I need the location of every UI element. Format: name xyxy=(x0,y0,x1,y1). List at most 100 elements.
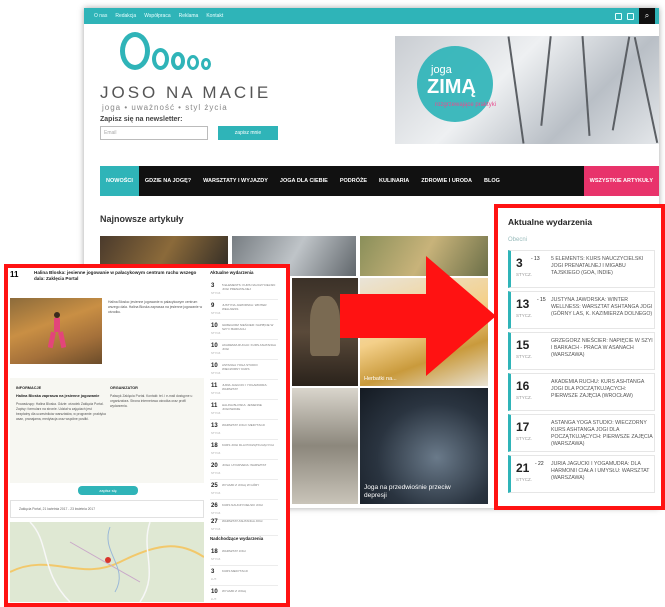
sidebar-event-title[interactable]: ASTANGA YOGA STUDIO: WIECZORNY KURS xyxy=(222,363,276,371)
event-day: 16 xyxy=(516,379,530,393)
sidebar-event-title[interactable]: GRZEGORZ NIEŚCIER: NAPIĘCIE W SZYI I BAR… xyxy=(222,323,276,331)
sidebar-event-title[interactable]: 5 ELEMENTS: KURS NAUCZYCIELSKI JOGI PREN… xyxy=(222,283,276,291)
sidebar-event-day: 3 xyxy=(211,569,215,575)
sidebar-event-title[interactable]: JOGA I AYURVEDA: WARSZTAT xyxy=(222,463,276,467)
sidebar-event-month: STYCZ. xyxy=(211,411,221,415)
event-month: STYCZ. xyxy=(516,272,533,277)
sidebar-event[interactable]: 27 STYCZ. WARSZTAT ASHTANGA JOGI xyxy=(210,516,278,536)
topbar-link[interactable]: O nas xyxy=(94,13,107,19)
sidebar-event-title[interactable]: AKADEMIA RUCHU: KURS ASHTANGA JOGI xyxy=(222,343,276,351)
event-month: STYCZ. xyxy=(516,395,533,400)
site-logo[interactable] xyxy=(120,32,211,70)
event-title[interactable]: 5 ELEMENTS: KURS NAUCZYCIELSKI JOGI PREN… xyxy=(551,256,653,277)
sidebar-event-title[interactable]: HALINA BLOSKA: JESIENNE JOGOWANIE xyxy=(222,403,276,411)
topbar-link[interactable]: Reklama xyxy=(179,13,199,19)
sidebar-event[interactable]: 9 STYCZ. JUSTYNA JAWORSKA: WINTER WELLNESS xyxy=(210,300,278,320)
map-graphic xyxy=(10,522,204,602)
event-day-end: - 13 xyxy=(531,256,540,262)
nav-item-yoga-for-you[interactable]: JOGA DLA CIEBIE xyxy=(274,166,334,196)
event-day: 21 xyxy=(516,461,530,475)
event-item[interactable]: 21 - 22 STYCZ. JURIA JAGUCKI I YOGAMUDRA… xyxy=(508,455,655,493)
event-item[interactable]: 3 - 13 STYCZ. 5 ELEMENTS: KURS NAUCZYCIE… xyxy=(508,250,655,288)
sidebar-event-title[interactable]: KURS JOGI DLA POCZĄTKUJĄCYCH xyxy=(222,443,276,447)
event-photo xyxy=(10,298,102,364)
event-title[interactable]: JUSTYNA JAWORSKA: WINTER WELLNESS: WARSZ… xyxy=(551,297,653,318)
instagram-icon[interactable] xyxy=(627,12,634,20)
event-item[interactable]: 15 STYCZ. GRZEGORZ NIEŚCIER: NAPIĘCIE W … xyxy=(508,332,655,370)
sidebar-event[interactable]: 13 STYCZ. WARSZTAT JOGI I MEDYTACJI xyxy=(210,420,278,440)
event-item[interactable]: 17 STYCZ. ASTANGA YOGA STUDIO: WIECZORNY… xyxy=(508,414,655,452)
organizer-text: Pałacyk Zaklęcia Portal. Kontakt: tel. i… xyxy=(110,394,193,408)
event-day: 15 xyxy=(516,338,530,352)
event-day: 17 xyxy=(516,420,530,434)
sidebar-event[interactable]: 3 LUT. KURS MEDYTACJI xyxy=(210,566,278,586)
sidebar-event[interactable]: 11 STYCZ. JURIA JAGUCKI I YOGAMUDRA: WARSZ… xyxy=(210,380,278,400)
nav-item-all-articles[interactable]: WSZYSTKIE ARTYKUŁY xyxy=(583,166,659,196)
topbar-link[interactable]: Kontakt xyxy=(206,13,223,19)
sidebar-event-month: STYCZ. xyxy=(211,451,221,455)
sidebar-event-title[interactable]: WARSZTAT JOGI I MEDYTACJI xyxy=(222,423,276,427)
sidebar-event-title[interactable]: KURS NAUCZYCIELSKI JOGI xyxy=(222,503,276,507)
event-location-map[interactable] xyxy=(10,522,204,602)
nav-item-culinary[interactable]: KULINARIA xyxy=(373,166,415,196)
sidebar-event[interactable]: 18 STYCZ. WARSZTAT JOGI xyxy=(210,546,278,566)
screenshot-collage: O nas Redakcja Współpraca Reklama Kontak… xyxy=(0,0,665,607)
sidebar-event-title[interactable]: WYJAZD Z JOGĄ W GÓRY xyxy=(222,483,276,487)
event-detail-page: 11 Halina Bloska: jesienne jogowanie w p… xyxy=(4,264,290,607)
sidebar-event-title[interactable]: WYJAZD Z JOGĄ xyxy=(222,589,276,593)
events-panel-subtitle: Obecni xyxy=(508,237,528,243)
sidebar-event[interactable]: 20 STYCZ. JOGA I AYURVEDA: WARSZTAT xyxy=(210,460,278,480)
article-thumbnail[interactable] xyxy=(292,388,358,504)
sidebar-event[interactable]: 25 STYCZ. WYJAZD Z JOGĄ W GÓRY xyxy=(210,480,278,500)
nav-item-blog[interactable]: BLOG xyxy=(478,166,506,196)
newsletter-email-input[interactable]: Email xyxy=(100,126,208,140)
info-title: Halina Bloska zaprasza na jesienne jogow… xyxy=(16,394,100,398)
sidebar-events-title: Aktualne wydarzenia xyxy=(210,270,254,275)
sidebar-event[interactable]: 3 STYCZ. 5 ELEMENTS: KURS NAUCZYCIELSKI JO… xyxy=(210,280,278,300)
sidebar-event-title[interactable]: KURS MEDYTACJI xyxy=(222,569,276,573)
signup-button[interactable]: zapisz się xyxy=(78,486,138,495)
banner-subtitle: rozgrzewające praktyki xyxy=(435,102,497,108)
sidebar-event-day: 25 xyxy=(211,483,218,489)
thumbnail-caption: Herbatki na... xyxy=(364,376,397,382)
nav-item-workshops[interactable]: WARSZTATY I WYJAZDY xyxy=(197,166,274,196)
sidebar-event-day: 13 xyxy=(211,423,218,429)
event-title[interactable]: ASTANGA YOGA STUDIO: WIECZORNY KURS ASHT… xyxy=(551,420,653,448)
event-title[interactable]: AKADEMIA RUCHU: KURS ASHTANGA JOGI DLA P… xyxy=(551,379,653,400)
topbar-link[interactable]: Współpraca xyxy=(144,13,170,19)
event-item[interactable]: 16 STYCZ. AKADEMIA RUCHU: KURS ASHTANGA … xyxy=(508,373,655,411)
sidebar-event-title[interactable]: JUSTYNA JAWORSKA: WINTER WELLNESS xyxy=(222,303,276,311)
sidebar-event-month: STYCZ. xyxy=(211,331,221,335)
facebook-icon[interactable] xyxy=(615,12,622,20)
brand-name: JOSO NA MACIE xyxy=(100,83,272,102)
sidebar-event-day: 11 xyxy=(211,403,218,409)
red-arrow-icon xyxy=(340,256,496,376)
sidebar-event[interactable]: 10 STYCZ. GRZEGORZ NIEŚCIER: NAPIĘCIE W SZ… xyxy=(210,320,278,340)
event-title[interactable]: GRZEGORZ NIEŚCIER: NAPIĘCIE W SZYI I BAR… xyxy=(551,338,653,359)
article-thumbnail[interactable]: Joga na przedwiośnie przeciw depresji xyxy=(360,388,488,504)
sidebar-event[interactable]: 18 STYCZ. KURS JOGI DLA POCZĄTKUJĄCYCH xyxy=(210,440,278,460)
event-item[interactable]: 13 - 15 STYCZ. JUSTYNA JAWORSKA: WINTER … xyxy=(508,291,655,329)
newsletter-subscribe-button[interactable]: zapisz mnie xyxy=(218,126,278,140)
sidebar-event[interactable]: 10 LUT. WYJAZD Z JOGĄ xyxy=(210,586,278,603)
sidebar-event-title[interactable]: WARSZTAT JOGI xyxy=(222,549,276,553)
nav-item-news[interactable]: NOWOŚCI xyxy=(100,166,139,196)
search-icon[interactable]: ⌕ xyxy=(639,8,655,24)
sidebar-event-month: LUT. xyxy=(211,597,217,601)
winter-yoga-banner[interactable]: joga ZIMĄ rozgrzewające praktyki xyxy=(395,36,659,144)
event-title[interactable]: JURIA JAGUCKI I YOGAMUDRA: DLA HARMONII … xyxy=(551,461,653,482)
nav-item-where[interactable]: GDZIE NA JOGĘ? xyxy=(139,166,197,196)
latest-articles-heading: Najnowsze artykuły xyxy=(100,214,184,224)
sidebar-event[interactable]: 11 STYCZ. HALINA BLOSKA: JESIENNE JOGOWANI… xyxy=(210,400,278,420)
event-address: Zaklęcia Portal, 21 kwietnia 2017 - 23 k… xyxy=(10,500,204,518)
sidebar-event-month: STYCZ. xyxy=(211,371,221,375)
sidebar-event-title[interactable]: WARSZTAT ASHTANGA JOGI xyxy=(222,519,276,523)
nav-item-travel[interactable]: PODRÓŻE xyxy=(334,166,373,196)
sidebar-event-title[interactable]: JURIA JAGUCKI I YOGAMUDRA: WARSZTAT xyxy=(222,383,276,391)
topbar-link[interactable]: Redakcja xyxy=(115,13,136,19)
sidebar-event-day: 18 xyxy=(211,549,218,555)
nav-item-health[interactable]: ZDROWIE I URODA xyxy=(415,166,478,196)
event-day: 13 xyxy=(516,297,530,311)
sidebar-event[interactable]: 10 STYCZ. ASTANGA YOGA STUDIO: WIECZORNY K… xyxy=(210,360,278,380)
sidebar-event[interactable]: 10 STYCZ. AKADEMIA RUCHU: KURS ASHTANGA JO… xyxy=(210,340,278,360)
